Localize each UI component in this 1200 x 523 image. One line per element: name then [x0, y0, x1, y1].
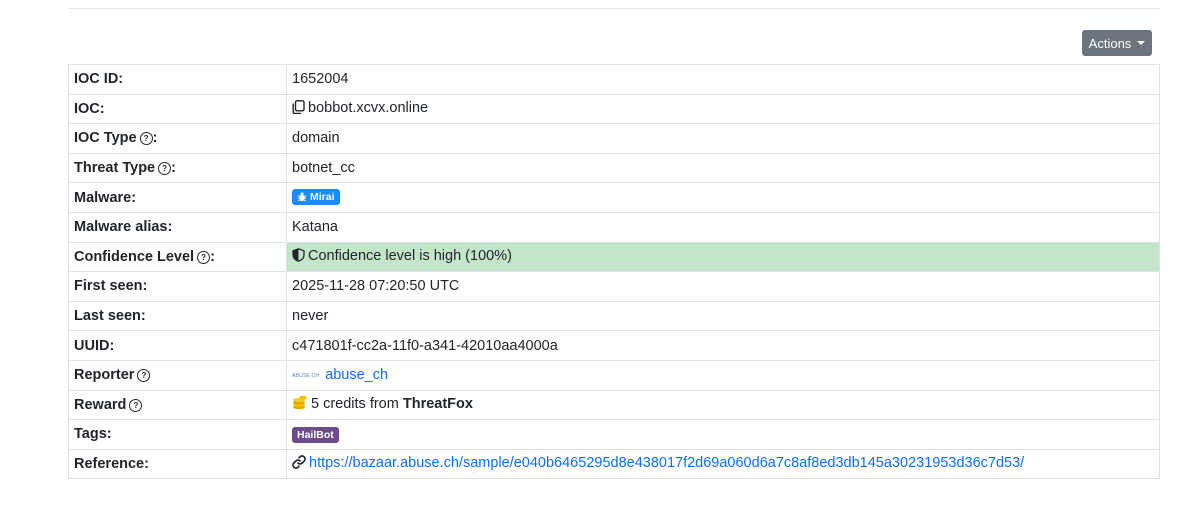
row-ioc-type: IOC Type?: domain: [68, 123, 1160, 154]
row-first-seen: First seen: 2025-11-28 07:20:50 UTC: [68, 271, 1160, 302]
malware-label: Malware:: [68, 182, 287, 213]
row-threat-type: Threat Type?: botnet_cc: [68, 152, 1160, 184]
row-reward: Reward? 5 credits from ThreatFox: [68, 389, 1160, 421]
reporter-link[interactable]: abuse_ch: [325, 367, 388, 383]
top-divider: [68, 8, 1160, 9]
row-reporter: Reporter? ABUSE.CH abuse_ch: [68, 359, 1160, 391]
first-seen-value: 2025-11-28 07:20:50 UTC: [286, 271, 1160, 302]
last-seen-value: never: [286, 300, 1160, 332]
uuid-label: UUID:: [68, 330, 287, 361]
row-ioc-id: IOC ID: 1652004: [68, 64, 1160, 95]
tag-badge[interactable]: HailBot: [292, 426, 339, 443]
malware-badge[interactable]: Mirai: [292, 189, 340, 206]
help-icon[interactable]: ?: [197, 250, 211, 264]
confidence-label: Confidence Level: [74, 248, 195, 265]
malware-badge-text: Mirai: [310, 191, 335, 204]
row-confidence: Confidence Level?: Confidence level is h…: [68, 241, 1160, 273]
coins-icon: [292, 395, 308, 414]
bug-icon: [297, 192, 307, 202]
row-uuid: UUID: c471801f-cc2a-11f0-a341-42010aa400…: [68, 330, 1160, 361]
threat-type-label: Threat Type: [74, 160, 156, 177]
reference-label: Reference:: [68, 448, 287, 480]
row-reference: Reference: https://bazaar.abuse.ch/sampl…: [68, 448, 1160, 480]
help-icon[interactable]: ?: [129, 398, 143, 412]
actions-dropdown-button[interactable]: Actions: [1082, 30, 1152, 56]
row-malware: Malware: Mirai: [68, 182, 1160, 213]
row-tags: Tags: HailBot: [68, 419, 1160, 450]
row-last-seen: Last seen: never: [68, 300, 1160, 332]
first-seen-label: First seen:: [68, 271, 287, 302]
caret-down-icon: [1137, 41, 1146, 45]
last-seen-label: Last seen:: [68, 300, 287, 332]
ioc-id-value: 1652004: [286, 64, 1160, 95]
ioc-type-colon: :: [152, 130, 158, 147]
confidence-value: Confidence level is high (100%): [308, 247, 512, 264]
shield-icon: [292, 247, 305, 266]
confidence-colon: :: [210, 248, 215, 265]
reward-label: Reward: [74, 396, 127, 413]
copy-icon[interactable]: [292, 99, 305, 118]
help-icon[interactable]: ?: [158, 162, 172, 176]
ioc-label: IOC:: [68, 93, 287, 125]
link-icon: [292, 455, 306, 473]
ioc-id-label: IOC ID:: [68, 64, 287, 95]
ioc-type-label: IOC Type: [74, 130, 137, 147]
ioc-value: bobbot.xcvx.online: [308, 99, 429, 116]
reference-link[interactable]: https://bazaar.abuse.ch/sample/e040b6465…: [309, 455, 1024, 471]
reporter-label: Reporter: [74, 367, 135, 384]
row-ioc: IOC: bobbot.xcvx.online: [68, 93, 1160, 125]
help-icon[interactable]: ?: [137, 369, 151, 383]
tags-label: Tags:: [68, 419, 287, 450]
malware-alias-label: Malware alias:: [68, 211, 287, 243]
threat-type-value: botnet_cc: [286, 152, 1160, 184]
actions-label: Actions: [1088, 35, 1132, 51]
help-icon[interactable]: ?: [139, 132, 153, 146]
threat-type-colon: :: [171, 160, 176, 177]
reward-source: ThreatFox: [402, 396, 473, 413]
ioc-details-table: IOC ID: 1652004 IOC: bobbot.xcvx.online …: [68, 64, 1160, 480]
ioc-type-value: domain: [286, 123, 1160, 154]
reporter-logo: ABUSE.CH: [292, 373, 320, 380]
malware-alias-value: Katana: [286, 211, 1160, 243]
uuid-value: c471801f-cc2a-11f0-a341-42010aa4000a: [286, 330, 1160, 361]
row-malware-alias: Malware alias: Katana: [68, 211, 1160, 243]
reward-value-prefix: 5 credits from: [311, 396, 403, 413]
